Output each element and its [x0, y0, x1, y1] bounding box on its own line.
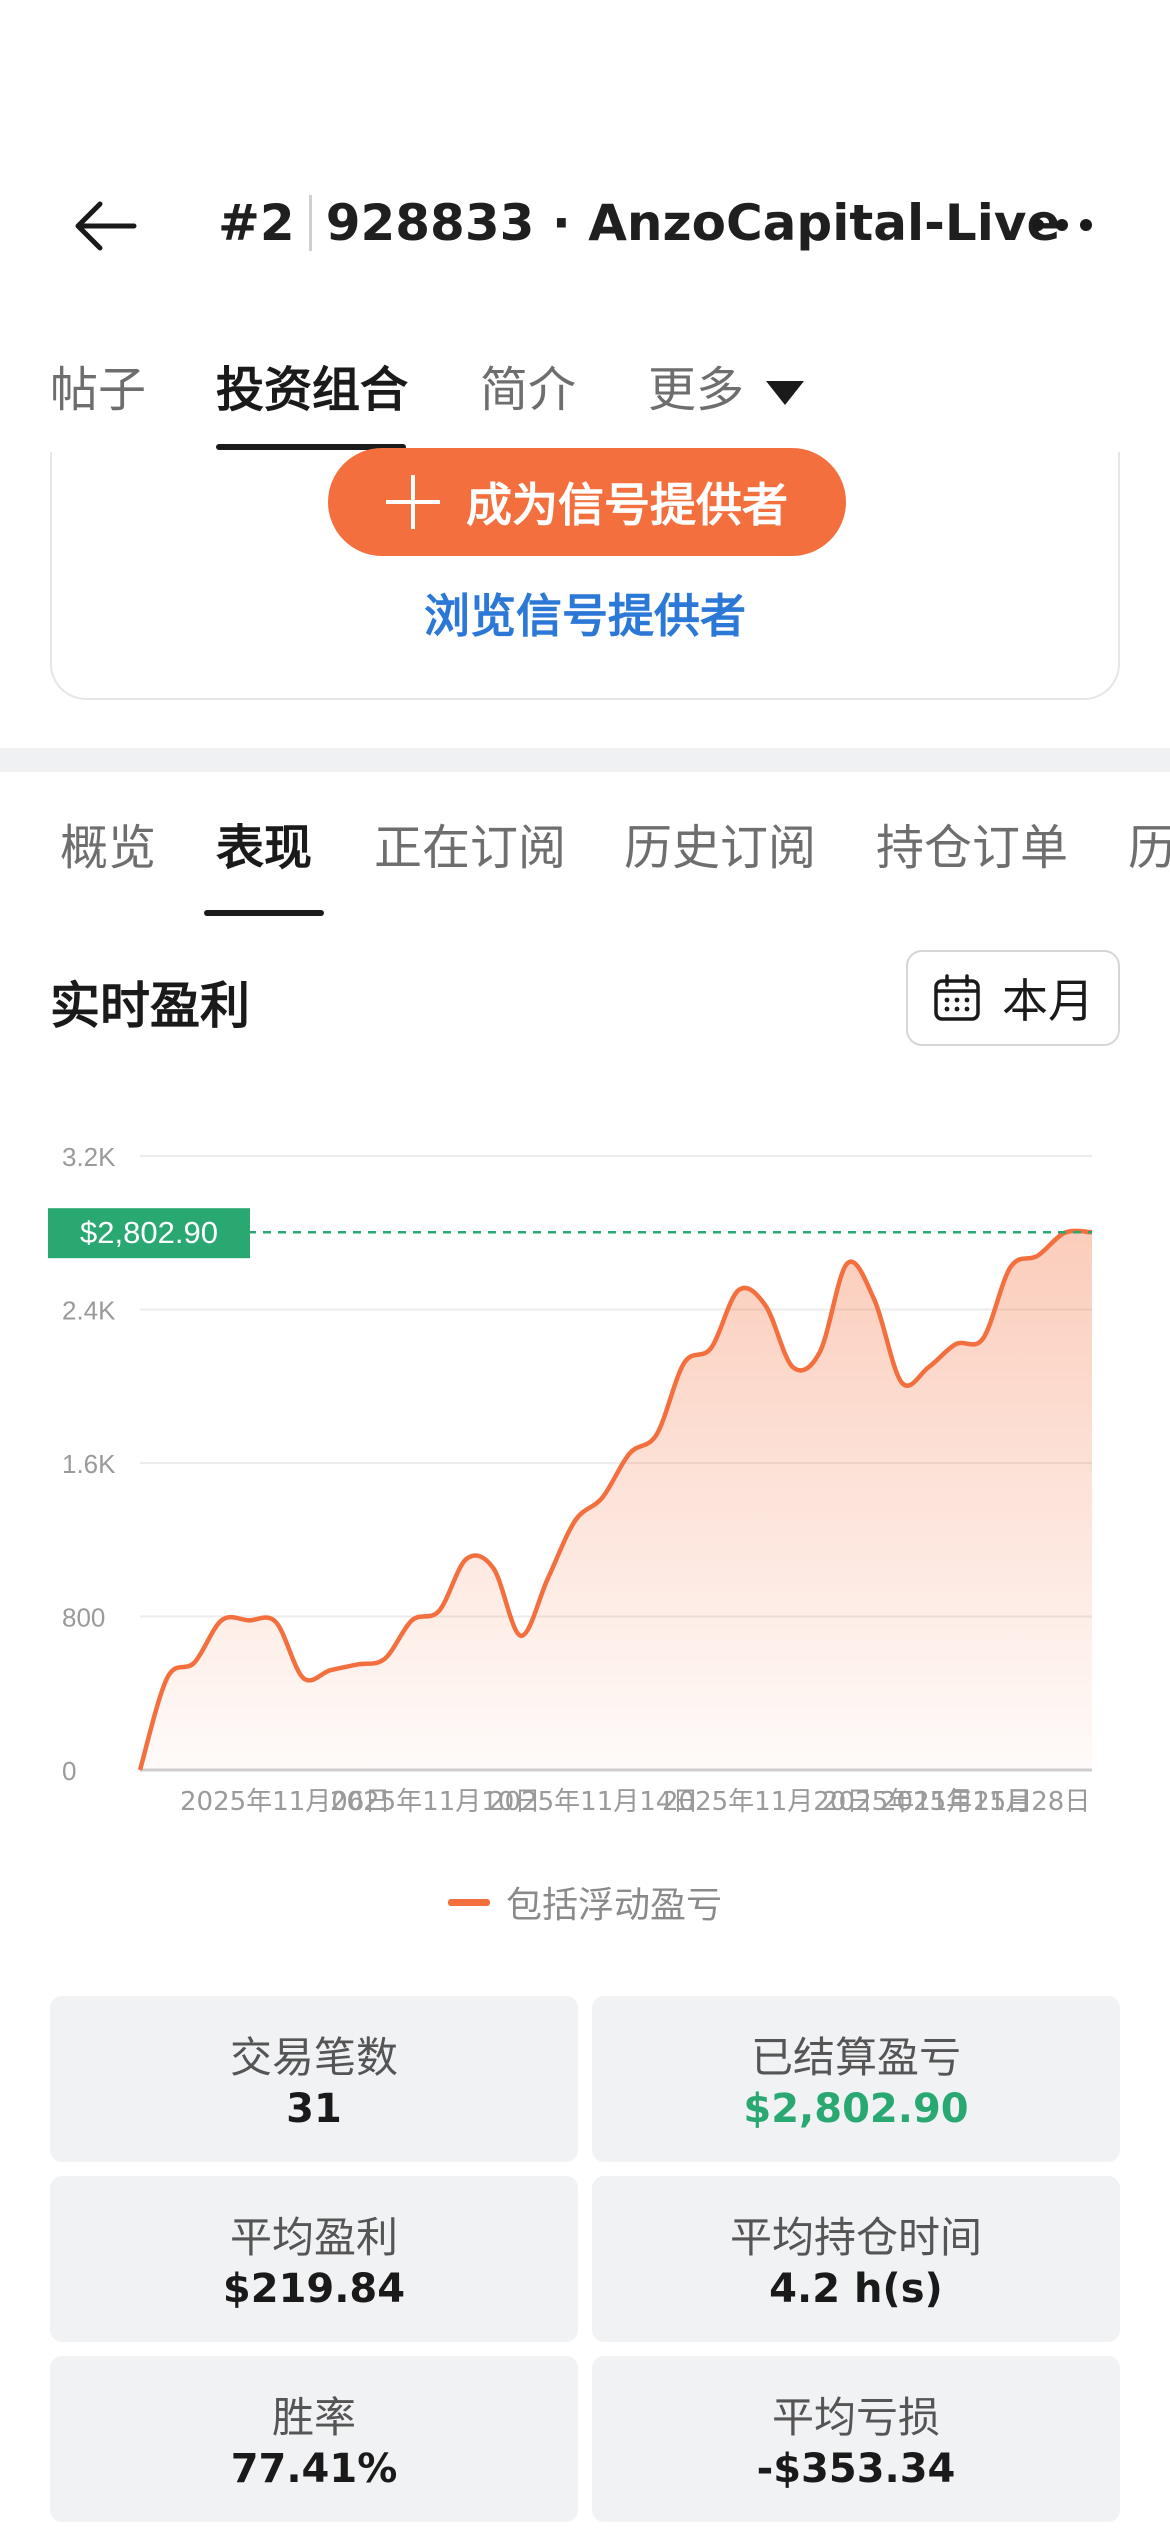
more-options-icon[interactable]: [1030, 200, 1094, 250]
y-tick-label: 3.2K: [62, 1142, 116, 1172]
section-title: 实时盈利: [50, 977, 250, 1035]
signal-provider-card: 成为信号提供者 浏览信号提供者: [50, 448, 1120, 700]
rank-label: #2: [218, 195, 312, 251]
stat-label: 平均亏损: [771, 2393, 940, 2442]
period-selector-button[interactable]: 本月: [906, 950, 1120, 1046]
plus-icon: [386, 475, 440, 529]
stat-value: $219.84: [222, 2266, 406, 2312]
stat-value: 4.2 h(s): [769, 2266, 943, 2312]
stat-win-rate: 胜率 77.41%: [50, 2356, 578, 2522]
tab-subscribing[interactable]: 正在订阅: [374, 808, 566, 878]
portfolio-tabs: 概览 表现 正在订阅 历史订阅 持仓订单 历: [0, 808, 1170, 918]
top-bar: #2 928833 · AnzoCapital-Live: [0, 180, 1170, 270]
browse-providers-link[interactable]: 浏览信号提供者: [52, 580, 1118, 646]
y-tick-label: 2.4K: [62, 1296, 116, 1326]
tab-history-subscriptions[interactable]: 历史订阅: [624, 808, 816, 878]
active-tab-indicator: [204, 910, 324, 916]
profit-chart-svg: 08001.6K2.4K3.2K$2,802.902025年11月06日2025…: [48, 1142, 1093, 1817]
become-provider-label: 成为信号提供者: [466, 478, 788, 532]
caret-down-icon: [766, 381, 805, 405]
stat-average-hold-time: 平均持仓时间 4.2 h(s): [592, 2176, 1120, 2342]
tab-performance[interactable]: 表现: [216, 808, 312, 878]
legend-label: 包括浮动盈亏: [505, 1885, 722, 1926]
profit-chart: 0 800 1.6K 2.4K 3.2K $2,802.90 2025年11月06日 2025…: [0, 1110, 1170, 1870]
legend-swatch: [447, 1898, 490, 1906]
stat-trade-count: 交易笔数 31: [50, 1996, 578, 2162]
tab-intro[interactable]: 简介: [480, 350, 576, 420]
stat-average-loss: 平均亏损 -$353.34: [592, 2356, 1120, 2522]
stat-label: 已结算盈亏: [750, 2033, 961, 2082]
stat-label: 平均持仓时间: [729, 2213, 982, 2262]
series-area-fill: [140, 1230, 1092, 1770]
stat-label: 平均盈利: [229, 2213, 398, 2262]
period-label: 本月: [1002, 974, 1094, 1028]
y-tick-label: 800: [62, 1603, 105, 1633]
stat-label: 交易笔数: [229, 2033, 398, 2082]
account-label: 928833 · AnzoCapital-Live: [325, 194, 1061, 252]
current-value-label: $2,802.90: [80, 1215, 218, 1250]
y-tick-label: 0: [62, 1756, 76, 1786]
section-divider: [0, 748, 1170, 772]
chart-legend: 包括浮动盈亏: [0, 1876, 1170, 1928]
stat-settled-pnl: 已结算盈亏 $2,802.90: [592, 1996, 1120, 2162]
stat-value: -$353.34: [756, 2446, 956, 2492]
page-title: #2 928833 · AnzoCapital-Live: [218, 194, 1060, 252]
x-tick-label: 2025年11月28日: [880, 1787, 1090, 1817]
become-provider-button[interactable]: 成为信号提供者: [328, 448, 846, 556]
tab-overview[interactable]: 概览: [60, 808, 156, 878]
back-arrow-icon[interactable]: [70, 198, 140, 254]
stat-label: 胜率: [271, 2393, 356, 2442]
tab-more[interactable]: 更多: [648, 350, 805, 420]
calendar-icon: [934, 974, 980, 1021]
tab-history-partial[interactable]: 历: [1128, 808, 1170, 878]
tab-portfolio[interactable]: 投资组合: [216, 350, 408, 420]
stat-value: $2,802.90: [743, 2086, 969, 2132]
stat-average-profit: 平均盈利 $219.84: [50, 2176, 578, 2342]
stat-value: 77.41%: [230, 2446, 398, 2492]
tab-posts[interactable]: 帖子: [50, 350, 146, 420]
stat-value: 31: [286, 2086, 342, 2132]
tab-more-label: 更多: [648, 362, 745, 418]
tab-open-positions[interactable]: 持仓订单: [876, 808, 1068, 878]
profile-tabs: 帖子 投资组合 简介 更多: [0, 340, 1170, 450]
y-tick-label: 1.6K: [62, 1449, 116, 1479]
